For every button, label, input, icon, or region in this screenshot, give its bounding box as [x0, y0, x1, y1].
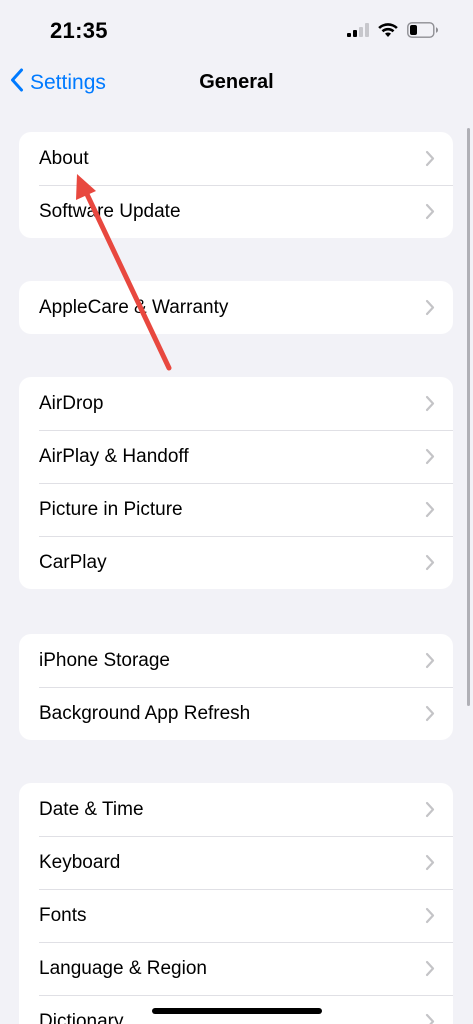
row-label: AppleCare & Warranty: [39, 296, 229, 318]
battery-icon: [407, 22, 439, 43]
status-time: 21:35: [50, 18, 108, 43]
chevron-right-icon: [425, 801, 435, 823]
settings-row-background-app-refresh[interactable]: Background App Refresh: [19, 687, 453, 740]
settings-row-about[interactable]: About: [19, 132, 453, 185]
chevron-right-icon: [425, 652, 435, 674]
chevron-right-icon: [425, 705, 435, 727]
settings-group-about: About Software Update: [19, 132, 453, 238]
settings-group-locale: Date & Time Keyboard Fonts Language & Re…: [19, 783, 453, 1024]
settings-group-storage: iPhone Storage Background App Refresh: [19, 634, 453, 740]
row-label: Fonts: [39, 904, 87, 926]
settings-row-carplay[interactable]: CarPlay: [19, 536, 453, 589]
screen: 21:35 Settings General About Software Up…: [0, 0, 473, 1024]
chevron-right-icon: [425, 203, 435, 225]
chevron-right-icon: [425, 299, 435, 321]
settings-row-picture-in-picture[interactable]: Picture in Picture: [19, 483, 453, 536]
nav-bar: Settings General: [0, 62, 473, 106]
row-label: Date & Time: [39, 798, 144, 820]
row-label: Software Update: [39, 200, 181, 222]
chevron-right-icon: [425, 907, 435, 929]
settings-group-applecare: AppleCare & Warranty: [19, 281, 453, 334]
settings-row-applecare-warranty[interactable]: AppleCare & Warranty: [19, 281, 453, 334]
status-bar: 21:35: [0, 0, 473, 60]
home-indicator[interactable]: [152, 1008, 322, 1014]
settings-row-airdrop[interactable]: AirDrop: [19, 377, 453, 430]
scroll-indicator[interactable]: [467, 128, 470, 706]
row-label: Keyboard: [39, 851, 121, 873]
settings-group-connectivity: AirDrop AirPlay & Handoff Picture in Pic…: [19, 377, 453, 589]
row-label: About: [39, 147, 89, 169]
row-label: Language & Region: [39, 957, 207, 979]
row-label: Background App Refresh: [39, 702, 251, 724]
row-label: AirPlay & Handoff: [39, 445, 189, 467]
chevron-right-icon: [425, 150, 435, 172]
chevron-right-icon: [425, 501, 435, 523]
chevron-right-icon: [425, 1013, 435, 1024]
wifi-icon: [377, 22, 399, 43]
settings-row-iphone-storage[interactable]: iPhone Storage: [19, 634, 453, 687]
page-title: General: [199, 71, 274, 93]
settings-row-keyboard[interactable]: Keyboard: [19, 836, 453, 889]
chevron-right-icon: [425, 554, 435, 576]
chevron-right-icon: [425, 448, 435, 470]
chevron-right-icon: [425, 395, 435, 417]
row-label: Dictionary: [39, 1010, 124, 1024]
chevron-right-icon: [425, 854, 435, 876]
row-label: Picture in Picture: [39, 498, 183, 520]
settings-row-date-time[interactable]: Date & Time: [19, 783, 453, 836]
signal-icon: [347, 23, 369, 42]
status-icons: [347, 22, 439, 43]
row-label: iPhone Storage: [39, 649, 170, 671]
settings-row-fonts[interactable]: Fonts: [19, 889, 453, 942]
settings-row-software-update[interactable]: Software Update: [19, 185, 453, 238]
settings-row-airplay-handoff[interactable]: AirPlay & Handoff: [19, 430, 453, 483]
settings-row-language-region[interactable]: Language & Region: [19, 942, 453, 995]
row-label: CarPlay: [39, 551, 107, 573]
row-label: AirDrop: [39, 392, 104, 414]
chevron-right-icon: [425, 960, 435, 982]
